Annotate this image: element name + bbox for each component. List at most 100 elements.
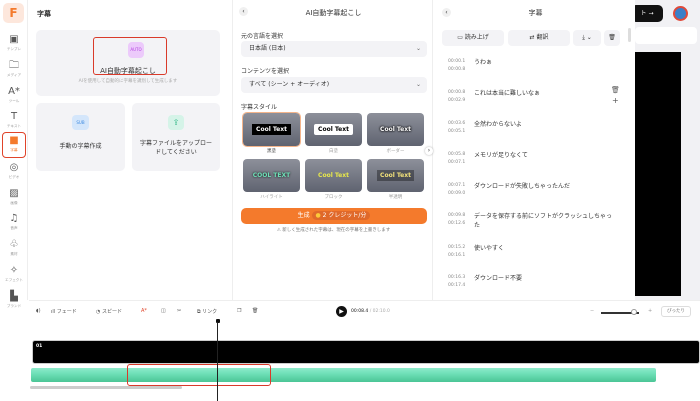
style-translucent[interactable]: Cool Text [367,159,424,192]
split-icon[interactable]: ◫ [161,308,166,314]
speech-bubble-icon: ▭ [457,34,463,41]
timeline-scrollbar[interactable] [30,386,182,389]
read-aloud-button[interactable]: ▭ 読み上げ [442,30,504,46]
trash-icon: 🗑 [608,34,616,41]
sidebar-label: 音声 [10,225,18,230]
speed-button[interactable]: ◔ スピード [96,308,122,315]
subtitle-text[interactable]: これは本当に難しいなぁ [474,89,614,98]
subtitle-text[interactable]: うわぁ [474,58,614,67]
sidebar-item-effects[interactable]: ✧ エフェクト [2,263,26,288]
sidebar-item-subtitle[interactable]: ■ 字幕 [2,132,26,158]
subtitle-text[interactable]: ダウンロードが失敗しちゃったんだ [474,182,614,191]
sidebar-item-audio[interactable]: ♫ 音声 [2,211,26,236]
style-preview-text: Cool Text [380,126,411,133]
sidebar-item-image[interactable]: ▨ 画像 [2,186,26,211]
track-label: 01 [36,344,43,349]
warning-text: 新しく生成された字幕は、現在の字幕を上書きします [282,228,391,233]
style-white[interactable]: Cool Text [305,113,362,146]
export-button[interactable]: ト → [631,5,663,22]
audio-track[interactable] [31,368,656,382]
style-preview-text: Cool Text [314,124,353,135]
sidebar-item-template[interactable]: ▣ テンプレ [2,32,26,57]
overwrite-warning: ⚠ 新しく生成された字幕は、現在の字幕を上書きします [233,227,434,233]
style-label: 字幕スタイル [241,104,278,111]
zoom-out-button[interactable]: − [590,308,594,314]
speed-icon: ◔ [96,309,101,315]
play-button[interactable]: ▶ [336,306,347,317]
language-select[interactable]: 日本語 (日本) ⌄ [241,41,427,57]
sidebar-item-media[interactable]: 🗀 メディア [2,58,26,83]
manual-subtitle-card[interactable]: SUB 手動の字幕作成 [36,103,125,171]
scissors-icon[interactable]: ✂ [177,308,181,314]
content-select[interactable]: すべて (シーン + オーディオ) ⌄ [241,77,427,93]
fade-button[interactable]: ıll フェード [51,308,77,315]
next-styles-button[interactable]: › [425,147,433,155]
preview-area: ト → [631,0,700,300]
trash-icon[interactable]: 🗑 [611,86,620,94]
avatar[interactable] [673,6,688,21]
subtitle-text[interactable]: ダウンロード不要 [474,274,614,283]
card-title: 字幕ファイルをアップロードしてください [140,140,213,156]
ai-icon[interactable]: A* [141,308,147,314]
ai-subtitle-panel: ‹ AI自動字幕起こし 元の言語を選択 日本語 (日本) ⌄ コンテンツを選択 す… [232,0,433,300]
delete-all-button[interactable]: 🗑 [604,30,620,46]
upload-subtitle-card[interactable]: ⇪ 字幕ファイルをアップロードしてください [132,103,220,171]
style-preview-text: Cool Text [377,170,414,181]
subtitle-text[interactable]: データを保存する前にソフトがクラッシュしちゃった [474,212,614,230]
sidebar-label: 字幕 [10,147,18,152]
sidebar-item-brand[interactable]: ▙ ブランド [2,289,26,314]
style-black[interactable]: Cool Text [242,112,301,147]
style-name: ブロック [324,195,343,200]
scrollbar[interactable] [628,28,631,42]
card-desc: AIを使用して自動的に字幕を識別して生成します [78,79,178,84]
link-label: リンク [202,309,218,315]
volume-icon[interactable]: ◖) [36,308,41,314]
total-time: 02:10.0 [372,309,390,314]
zoom-slider-handle[interactable] [631,309,637,315]
end-time: 00:05.1 [448,129,466,134]
style-highlight[interactable]: COOL TEXT [243,159,300,192]
sidebar-item-tools[interactable]: A* ツール [2,84,26,109]
app-logo: F [3,3,24,23]
subtitle-text[interactable]: メモリが足りなくて [474,151,614,160]
video-track[interactable]: 01 [32,340,700,364]
plus-icon[interactable]: + [612,96,619,105]
content-label: コンテンツを選択 [241,68,290,75]
sidebar-label: テキスト [6,123,22,128]
generate-button[interactable]: 生成 ● 2 クレジット/分 [241,208,427,224]
credits-label: 2 クレジット/分 [322,212,367,219]
sidebar-item-elements[interactable]: ♧ 素材 [2,237,26,262]
sidebar-label: テンプレ [6,46,22,51]
timeline: ◖) ıll フェード ◔ スピード A* ◫ ✂ ⧉ リンク ❐ 🗑 ▶ 00… [29,300,700,401]
zoom-in-button[interactable]: + [648,308,652,314]
start-time: 00:15.2 [448,245,466,250]
style-block[interactable]: Cool Text [305,159,362,192]
style-preview-text: Cool Text [318,172,349,179]
language-value: 日本語 (日本) [249,45,286,52]
upload-icon: ⇪ [168,115,184,130]
duplicate-icon[interactable]: ❐ [237,308,241,314]
translate-icon: ⇄ [529,34,535,41]
translate-button[interactable]: ⇄ 翻訳 [508,30,570,46]
subtitle-text[interactable]: 使いやすく [474,244,614,253]
panel-title: AI自動字幕起こし [305,9,362,17]
style-border[interactable]: Cool Text [367,113,424,146]
chevron-down-icon: ⌄ [415,81,421,88]
folder-icon: 🗀 [9,60,19,71]
link-button[interactable]: ⧉ リンク [197,308,217,315]
style-name: ハイライト [260,195,283,200]
subtitle-panel: 字幕 AUTO AI自動字幕起こし AIを使用して自動的に字幕を識別して生成しま… [29,0,230,300]
subtitle-text[interactable]: 全然わからないよ [474,120,614,129]
playhead[interactable] [217,322,218,401]
start-time: 00:05.8 [448,152,466,157]
end-time: 00:17.4 [448,283,466,288]
trash-icon[interactable]: 🗑 [252,308,258,314]
selected-audio-highlight [127,364,271,386]
link-icon: ⧉ [197,309,201,315]
fit-button[interactable]: ぴったり [661,306,691,317]
sidebar-item-video[interactable]: ◎ ビデオ [2,160,26,185]
sidebar-item-text[interactable]: T テキスト [2,109,26,134]
download-button[interactable]: ⤓ ⌄ [573,30,601,46]
read-aloud-label: 読み上げ [464,34,489,41]
language-label: 元の言語を選択 [241,33,284,40]
